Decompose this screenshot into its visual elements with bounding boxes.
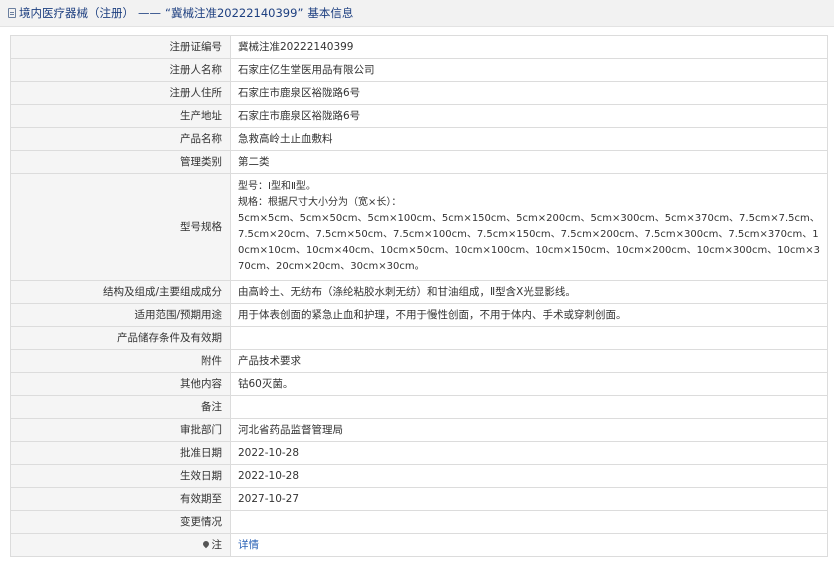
changes-value bbox=[230, 510, 828, 534]
row-registrant: 注册人名称 石家庄亿生堂医用品有限公司 bbox=[10, 58, 828, 82]
production-address-value: 石家庄市鹿泉区裕陇路6号 bbox=[230, 104, 828, 128]
structure-label: 结构及组成/主要组成成分 bbox=[10, 280, 231, 304]
attachment-label: 附件 bbox=[10, 349, 231, 373]
info-table-container: 注册证编号 冀械注准20222140399 注册人名称 石家庄亿生堂医用品有限公… bbox=[10, 35, 828, 557]
row-remarks: 备注 bbox=[10, 395, 828, 419]
header-separator: —— bbox=[138, 6, 161, 20]
registrant-address-label: 注册人住所 bbox=[10, 81, 231, 105]
row-other: 其他内容 钴60灭菌。 bbox=[10, 372, 828, 396]
reg-no-value: 冀械注准20222140399 bbox=[230, 35, 828, 59]
row-approval-dept: 审批部门 河北省药品监督管理局 bbox=[10, 418, 828, 442]
valid-until-value: 2027-10-27 bbox=[230, 487, 828, 511]
note-value-cell: 详情 bbox=[230, 533, 828, 557]
remarks-value bbox=[230, 395, 828, 419]
valid-until-label: 有效期至 bbox=[10, 487, 231, 511]
management-class-value: 第二类 bbox=[230, 150, 828, 174]
row-registrant-address: 注册人住所 石家庄市鹿泉区裕陇路6号 bbox=[10, 81, 828, 105]
row-approval-date: 批准日期 2022-10-28 bbox=[10, 441, 828, 465]
structure-value: 由高岭土、无纺布（涤纶粘胶水刺无纺）和甘油组成，Ⅱ型含X光显影线。 bbox=[230, 280, 828, 304]
document-icon bbox=[8, 8, 16, 18]
header-suffix: 基本信息 bbox=[307, 6, 354, 20]
production-address-label: 生产地址 bbox=[10, 104, 231, 128]
approval-dept-label: 审批部门 bbox=[10, 418, 231, 442]
management-class-label: 管理类别 bbox=[10, 150, 231, 174]
registrant-value: 石家庄亿生堂医用品有限公司 bbox=[230, 58, 828, 82]
product-name-label: 产品名称 bbox=[10, 127, 231, 151]
note-label: 注 bbox=[211, 539, 223, 551]
scope-label: 适用范围/预期用途 bbox=[10, 303, 231, 327]
changes-label: 变更情况 bbox=[10, 510, 231, 534]
other-label: 其他内容 bbox=[10, 372, 231, 396]
row-production-address: 生产地址 石家庄市鹿泉区裕陇路6号 bbox=[10, 104, 828, 128]
row-valid-until: 有效期至 2027-10-27 bbox=[10, 487, 828, 511]
model-spec-line-3: 5cm×5cm、5cm×50cm、5cm×100cm、5cm×150cm、5cm… bbox=[238, 213, 820, 272]
row-effective-date: 生效日期 2022-10-28 bbox=[10, 464, 828, 488]
remarks-label: 备注 bbox=[10, 395, 231, 419]
other-value: 钴60灭菌。 bbox=[230, 372, 828, 396]
model-spec-value: 型号：Ⅰ型和Ⅱ型。 规格：根据尺寸大小分为（宽×长）： 5cm×5cm、5cm×… bbox=[230, 173, 828, 281]
details-link[interactable]: 详情 bbox=[238, 539, 259, 551]
model-spec-line-2: 规格：根据尺寸大小分为（宽×长）： bbox=[238, 197, 402, 208]
page-header: 境内医疗器械（注册） —— “冀械注准20222140399” 基本信息 bbox=[0, 0, 834, 27]
info-table: 注册证编号 冀械注准20222140399 注册人名称 石家庄亿生堂医用品有限公… bbox=[10, 35, 828, 557]
row-structure: 结构及组成/主要组成成分 由高岭土、无纺布（涤纶粘胶水刺无纺）和甘油组成，Ⅱ型含… bbox=[10, 280, 828, 304]
pin-icon bbox=[201, 539, 210, 549]
model-spec-label: 型号规格 bbox=[10, 173, 231, 281]
approval-dept-value: 河北省药品监督管理局 bbox=[230, 418, 828, 442]
storage-value bbox=[230, 326, 828, 350]
registrant-address-value: 石家庄市鹿泉区裕陇路6号 bbox=[230, 81, 828, 105]
header-registration-title: “冀械注准20222140399” bbox=[165, 6, 304, 20]
row-reg-no: 注册证编号 冀械注准20222140399 bbox=[10, 35, 828, 59]
attachment-value: 产品技术要求 bbox=[230, 349, 828, 373]
storage-label: 产品储存条件及有效期 bbox=[10, 326, 231, 350]
row-management-class: 管理类别 第二类 bbox=[10, 150, 828, 174]
row-product-name: 产品名称 急救高岭土止血敷料 bbox=[10, 127, 828, 151]
scope-value: 用于体表创面的紧急止血和护理，不用于慢性创面，不用于体内、手术或穿刺创面。 bbox=[230, 303, 828, 327]
reg-no-label: 注册证编号 bbox=[10, 35, 231, 59]
row-attachment: 附件 产品技术要求 bbox=[10, 349, 828, 373]
product-name-value: 急救高岭土止血敷料 bbox=[230, 127, 828, 151]
model-spec-line-1: 型号：Ⅰ型和Ⅱ型。 bbox=[238, 181, 316, 192]
effective-date-value: 2022-10-28 bbox=[230, 464, 828, 488]
row-note: 注 详情 bbox=[10, 533, 828, 557]
registrant-label: 注册人名称 bbox=[10, 58, 231, 82]
approval-date-label: 批准日期 bbox=[10, 441, 231, 465]
row-changes: 变更情况 bbox=[10, 510, 828, 534]
row-storage: 产品储存条件及有效期 bbox=[10, 326, 828, 350]
effective-date-label: 生效日期 bbox=[10, 464, 231, 488]
row-model-spec: 型号规格 型号：Ⅰ型和Ⅱ型。 规格：根据尺寸大小分为（宽×长）： 5cm×5cm… bbox=[10, 173, 828, 281]
header-category: 境内医疗器械（注册） bbox=[19, 6, 134, 20]
note-label-cell: 注 bbox=[10, 533, 231, 557]
row-scope: 适用范围/预期用途 用于体表创面的紧急止血和护理，不用于慢性创面，不用于体内、手… bbox=[10, 303, 828, 327]
approval-date-value: 2022-10-28 bbox=[230, 441, 828, 465]
